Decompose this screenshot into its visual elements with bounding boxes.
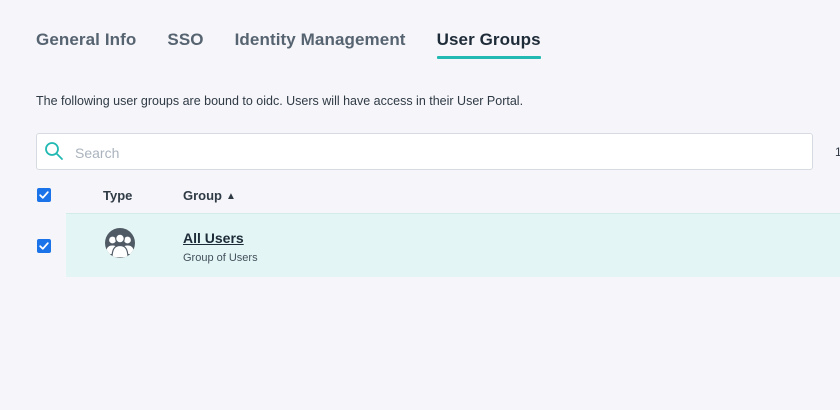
checkmark-icon (39, 242, 49, 250)
column-header-type: Type (103, 188, 133, 203)
select-all-checkbox[interactable] (37, 188, 51, 202)
tab-user-groups[interactable]: User Groups (436, 30, 541, 59)
row-checkbox[interactable] (37, 239, 51, 253)
search-icon (44, 141, 64, 161)
description-text: The following user groups are bound to o… (36, 94, 524, 108)
result-count: 1 (835, 145, 840, 159)
tab-identity-management[interactable]: Identity Management (235, 30, 406, 56)
user-group-icon (105, 228, 135, 258)
search-box[interactable] (36, 133, 813, 171)
group-subtitle: Group of Users (183, 252, 258, 264)
column-header-group-label: Group (183, 188, 222, 203)
column-header-group[interactable]: Group ▲ (183, 188, 236, 203)
group-name-link[interactable]: All Users (183, 230, 244, 246)
tab-general-info[interactable]: General Info (36, 30, 136, 56)
checkmark-icon (39, 191, 49, 199)
search-input[interactable] (73, 134, 797, 171)
sort-ascending-icon: ▲ (226, 191, 236, 202)
tab-sso[interactable]: SSO (167, 30, 203, 56)
tab-bar: General Info SSO Identity Management Use… (36, 30, 572, 59)
